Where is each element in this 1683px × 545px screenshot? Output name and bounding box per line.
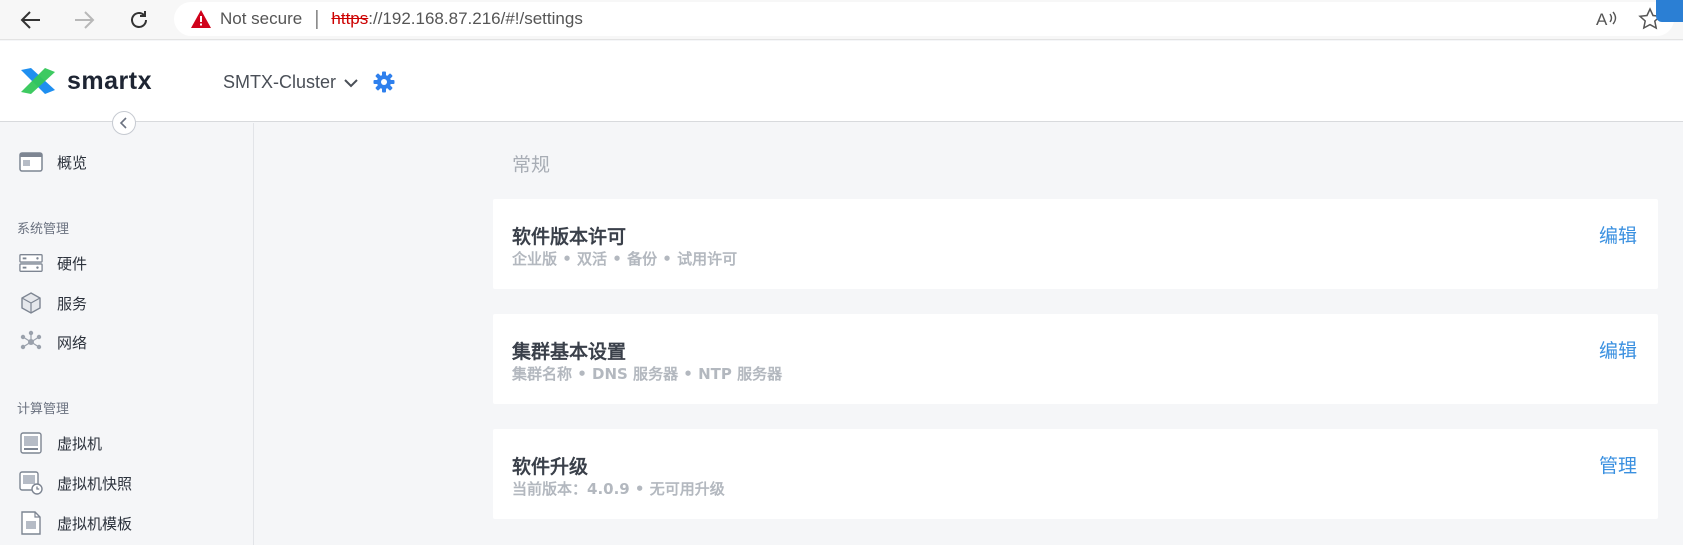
vm-template-icon [19, 511, 43, 535]
read-aloud-icon: A [1596, 10, 1617, 29]
back-arrow-icon [20, 11, 40, 29]
back-button[interactable] [13, 2, 49, 38]
warning-icon [191, 10, 211, 28]
sidebar-item-label: 服务 [57, 295, 88, 313]
forward-button[interactable] [66, 2, 102, 38]
sidebar-item-vm-snapshot[interactable]: 虚拟机快照 [0, 466, 254, 500]
cluster-settings-card: 集群基本设置 集群名称 • DNS 服务器 • NTP 服务器 编辑 [493, 314, 1658, 404]
sidebar-item-label: 网络 [57, 334, 88, 352]
chevron-left-icon [119, 117, 127, 129]
sidebar-item-service[interactable]: 服务 [0, 286, 254, 320]
read-aloud-button[interactable]: A [1596, 8, 1620, 34]
brand-logo[interactable]: smartx [19, 66, 152, 96]
sidebar-group-system: 系统管理 [17, 222, 70, 237]
brand-name: smartx [67, 66, 152, 95]
section-title: 常规 [512, 154, 551, 176]
sidebar-item-label: 虚拟机快照 [57, 475, 133, 493]
sidebar: 概览 系统管理 硬件 服务 网络 计算管理 虚拟机 虚拟机快照 虚拟机模板 [0, 123, 254, 545]
svg-text:A: A [1596, 10, 1608, 29]
sidebar-item-hardware[interactable]: 硬件 [0, 246, 254, 280]
card-title: 软件升级 [512, 456, 589, 478]
card-subtitle: 企业版 • 双活 • 备份 • 试用许可 [512, 250, 738, 268]
sidebar-item-network[interactable]: 网络 [0, 325, 254, 359]
sidebar-item-label: 硬件 [57, 255, 88, 273]
reload-icon [131, 11, 147, 28]
reload-button[interactable] [121, 2, 157, 38]
gear-icon [373, 71, 395, 93]
url-text: ://192.168.87.216/#!/settings [368, 9, 583, 28]
settings-button[interactable] [373, 71, 395, 97]
card-subtitle: 当前版本：4.0.9 • 无可用升级 [512, 480, 725, 498]
edit-license-button[interactable]: 编辑 [1599, 221, 1637, 248]
url-scheme: https [331, 9, 369, 28]
sidebar-item-label: 虚拟机模板 [57, 515, 133, 533]
sidebar-collapse-button[interactable] [112, 111, 136, 135]
extension-badge[interactable] [1656, 0, 1683, 22]
cluster-selector[interactable]: SMTX-Cluster [223, 72, 358, 93]
service-icon [19, 291, 43, 315]
cluster-name: SMTX-Cluster [223, 72, 337, 92]
edit-cluster-settings-button[interactable]: 编辑 [1599, 336, 1637, 363]
card-subtitle: 集群名称 • DNS 服务器 • NTP 服务器 [512, 365, 783, 383]
vm-snapshot-icon [19, 471, 43, 495]
software-upgrade-card: 软件升级 当前版本：4.0.9 • 无可用升级 管理 [493, 429, 1658, 519]
sidebar-item-vm-template[interactable]: 虚拟机模板 [0, 506, 254, 540]
address-separator: | [314, 7, 320, 30]
license-card: 软件版本许可 企业版 • 双活 • 备份 • 试用许可 编辑 [493, 199, 1658, 289]
smartx-logo-icon [21, 68, 55, 94]
hardware-icon [19, 251, 43, 275]
not-secure-label[interactable]: Not secure [220, 9, 302, 29]
main-content: 常规 软件版本许可 企业版 • 双活 • 备份 • 试用许可 编辑 集群基本设置… [255, 123, 1683, 545]
sidebar-item-overview[interactable]: 概览 [0, 145, 254, 179]
sidebar-item-vm[interactable]: 虚拟机 [0, 426, 254, 460]
address-bar[interactable]: Not secure | https://192.168.87.216/#!/s… [174, 2, 1674, 36]
app-header: smartx SMTX-Cluster [0, 41, 1683, 122]
card-title: 集群基本设置 [512, 341, 627, 363]
chevron-down-icon [344, 78, 358, 87]
forward-arrow-icon [75, 11, 95, 29]
sidebar-item-label: 虚拟机 [57, 435, 103, 453]
card-title: 软件版本许可 [512, 226, 627, 248]
sidebar-group-compute: 计算管理 [17, 402, 70, 417]
manage-upgrade-button[interactable]: 管理 [1599, 451, 1637, 478]
sidebar-item-label: 概览 [57, 154, 88, 172]
network-icon [19, 330, 43, 354]
overview-icon [19, 150, 43, 174]
vm-icon [19, 431, 43, 455]
browser-toolbar: Not secure | https://192.168.87.216/#!/s… [0, 0, 1683, 40]
